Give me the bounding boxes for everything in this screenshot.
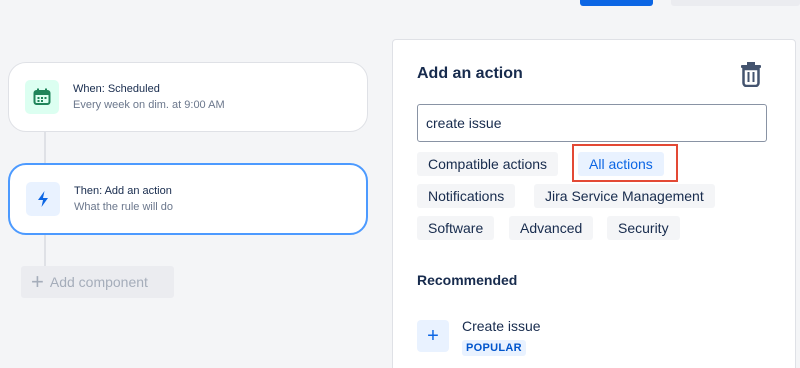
selection-highlight [572,144,678,182]
search-input[interactable] [417,104,767,142]
action-card[interactable]: Then: Add an action What the rule will d… [8,163,368,235]
filter-notifications[interactable]: Notifications [417,184,516,208]
add-component-label: Add component [49,274,148,290]
filter-security[interactable]: Security [607,216,680,240]
action-title: Then: Add an action [74,185,172,197]
trigger-title: When: Scheduled [73,83,160,95]
trash-icon[interactable] [739,61,763,88]
filter-jira-service-management[interactable]: Jira Service Management [534,184,715,208]
recommended-title: Recommended [417,272,518,288]
recommended-item-create-issue[interactable]: + Create issue POPULAR [417,316,777,366]
trigger-subtitle: Every week on dim. at 9:00 AM [73,99,225,111]
flow-connector [44,234,46,266]
plus-icon: + [31,269,44,294]
flow-connector [44,132,46,164]
action-subtitle: What the rule will do [74,201,174,213]
primary-button[interactable] [580,0,653,6]
lightning-icon [26,182,60,216]
popular-badge: POPULAR [462,340,526,356]
panel-title: Add an action [417,65,523,82]
recommended-item-label: Create issue [462,318,541,334]
add-component-button[interactable]: + Add component [21,266,174,298]
trigger-card[interactable]: When: Scheduled Every week on dim. at 9:… [8,62,368,132]
secondary-button[interactable] [671,0,800,6]
filter-advanced[interactable]: Advanced [509,216,594,240]
add-action-panel: Add an action Compatible actions All act… [392,39,796,368]
filter-software[interactable]: Software [417,216,495,240]
plus-icon: + [417,320,449,352]
calendar-icon [25,80,59,114]
filter-compatible-actions[interactable]: Compatible actions [417,152,559,176]
